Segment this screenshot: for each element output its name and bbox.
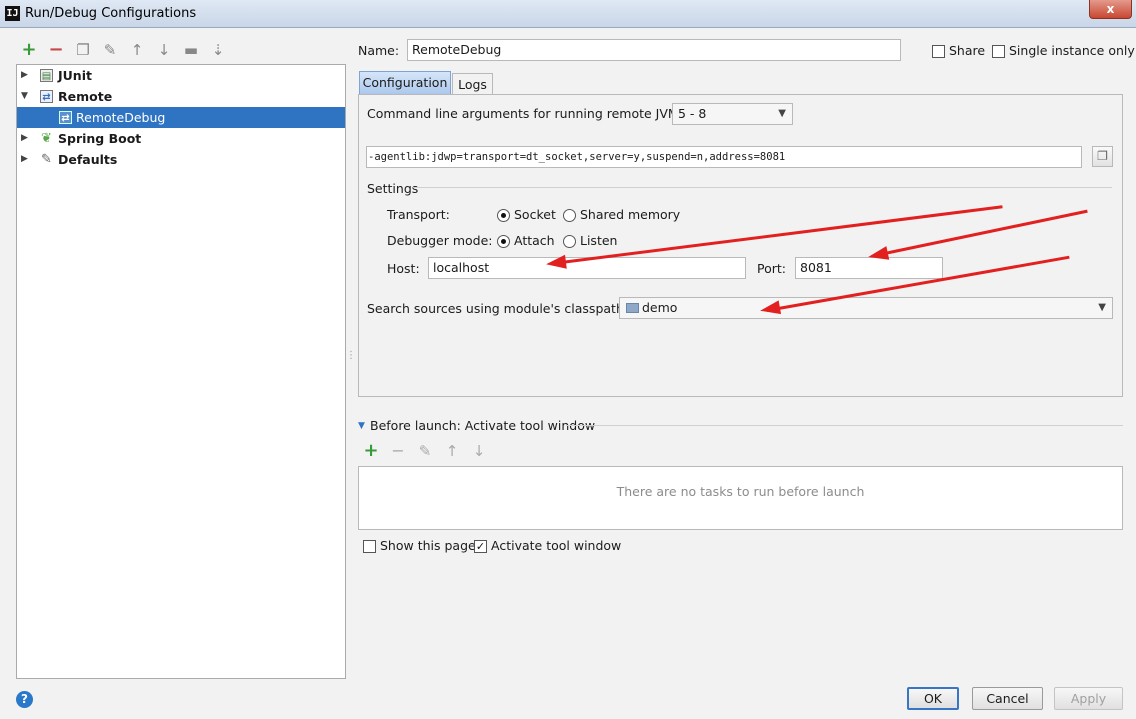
- cancel-button[interactable]: Cancel: [972, 687, 1043, 710]
- apply-button[interactable]: Apply: [1054, 687, 1123, 710]
- tree-item-label: Defaults: [58, 152, 118, 167]
- remove-task-icon[interactable]: −: [388, 441, 408, 461]
- move-down-icon[interactable]: ↓: [154, 40, 174, 60]
- cmdline-args-field[interactable]: -agentlib:jdwp=transport=dt_socket,serve…: [366, 146, 1082, 168]
- copy-icon[interactable]: ❐: [73, 40, 93, 60]
- tab-configuration[interactable]: Configuration: [359, 71, 451, 95]
- tree-item-defaults[interactable]: ▶ ✎ Defaults: [17, 149, 345, 170]
- tree-item-label: RemoteDebug: [76, 110, 166, 125]
- transport-shared-memory-label: Shared memory: [580, 207, 681, 222]
- add-icon[interactable]: +: [19, 40, 39, 60]
- show-page-label: Show this page: [380, 538, 476, 553]
- module-classpath-label: Search sources using module's classpath:: [367, 301, 629, 316]
- tree-item-label: Remote: [58, 89, 113, 104]
- ok-button[interactable]: OK: [907, 687, 959, 710]
- splitter-handle[interactable]: ⋮: [346, 350, 356, 364]
- module-select[interactable]: demo ▼: [619, 297, 1113, 319]
- transport-socket-radio[interactable]: [497, 209, 510, 222]
- tree-item-remote[interactable]: ▼ ⇄ Remote: [17, 86, 345, 107]
- remote-icon: ⇄: [40, 90, 53, 103]
- port-label: Port:: [757, 261, 786, 276]
- module-folder-icon: [626, 303, 639, 313]
- chevron-down-icon: ▼: [1098, 302, 1106, 313]
- show-page-checkbox[interactable]: [363, 540, 376, 553]
- before-launch-title: Before launch: Activate tool window: [370, 418, 596, 433]
- annotation-arrowhead: [545, 254, 567, 272]
- transport-label: Transport:: [387, 207, 450, 222]
- name-label: Name:: [358, 43, 400, 58]
- wrench-icon: ✎: [41, 152, 52, 167]
- edit-task-icon[interactable]: ✎: [415, 441, 435, 461]
- tree-item-label: Spring Boot: [58, 131, 142, 146]
- move-task-up-icon[interactable]: ↑: [442, 441, 462, 461]
- debugger-mode-listen-radio[interactable]: [563, 235, 576, 248]
- name-input[interactable]: RemoteDebug: [407, 39, 901, 61]
- remove-icon[interactable]: −: [46, 40, 66, 60]
- remote-config-icon: ⇄: [59, 111, 72, 124]
- tab-logs[interactable]: Logs: [452, 73, 493, 95]
- single-instance-label: Single instance only: [1009, 43, 1135, 58]
- cmdline-label: Command line arguments for running remot…: [367, 106, 679, 121]
- copy-icon[interactable]: ❐: [1092, 146, 1113, 167]
- chevron-right-icon[interactable]: ▶: [21, 65, 31, 86]
- intellij-logo-icon: IJ: [5, 6, 20, 21]
- single-instance-checkbox[interactable]: [992, 45, 1005, 58]
- debugger-mode-label: Debugger mode:: [387, 233, 493, 248]
- move-up-icon[interactable]: ↑: [127, 40, 147, 60]
- wrench-icon[interactable]: ✎: [100, 40, 120, 60]
- empty-tasks-text: There are no tasks to run before launch: [616, 484, 865, 499]
- jdk-version-select[interactable]: 5 - 8 ▼: [672, 103, 793, 125]
- module-value: demo: [642, 300, 678, 315]
- debugger-mode-listen-label: Listen: [580, 233, 618, 248]
- chevron-right-icon[interactable]: ▶: [21, 149, 31, 170]
- move-task-down-icon[interactable]: ↓: [469, 441, 489, 461]
- before-launch-task-list[interactable]: There are no tasks to run before launch: [358, 466, 1123, 530]
- collapse-triangle-icon[interactable]: ▼: [358, 421, 365, 431]
- transport-shared-memory-radio[interactable]: [563, 209, 576, 222]
- window-titlebar: IJ Run/Debug Configurations x: [0, 0, 1136, 28]
- transport-socket-label: Socket: [514, 207, 556, 222]
- share-checkbox[interactable]: [932, 45, 945, 58]
- tree-item-remotedebug[interactable]: ⇄ RemoteDebug: [17, 107, 345, 128]
- chevron-down-icon: ▼: [778, 108, 786, 119]
- tree-item-junit[interactable]: ▶ ▤ JUnit: [17, 65, 345, 86]
- jdk-version-value: 5 - 8: [678, 106, 707, 121]
- window-close-button[interactable]: x: [1089, 0, 1132, 19]
- debugger-mode-attach-label: Attach: [514, 233, 555, 248]
- share-label: Share: [949, 43, 986, 58]
- tree-item-spring-boot[interactable]: ▶ ❦ Spring Boot: [17, 128, 345, 149]
- sort-icon[interactable]: ⇣: [208, 40, 228, 60]
- settings-separator: [413, 187, 1112, 188]
- help-icon[interactable]: ?: [16, 691, 33, 708]
- debugger-mode-attach-radio[interactable]: [497, 235, 510, 248]
- chevron-right-icon[interactable]: ▶: [21, 128, 31, 149]
- folder-icon[interactable]: ▬: [181, 40, 201, 60]
- host-label: Host:: [387, 261, 420, 276]
- junit-icon: ▤: [40, 69, 53, 82]
- chevron-down-icon[interactable]: ▼: [21, 86, 31, 107]
- configuration-tree[interactable]: ▶ ▤ JUnit ▼ ⇄ Remote ⇄ RemoteDebug ▶ ❦ S…: [16, 64, 346, 679]
- settings-label: Settings: [367, 181, 419, 196]
- activate-tool-window-label: Activate tool window: [491, 538, 622, 553]
- add-task-icon[interactable]: +: [361, 441, 381, 461]
- before-launch-separator: [566, 425, 1123, 426]
- activate-tool-window-checkbox[interactable]: [474, 540, 487, 553]
- tree-item-label: JUnit: [58, 68, 92, 83]
- spring-boot-icon: ❦: [41, 131, 52, 146]
- window-title: Run/Debug Configurations: [25, 6, 197, 21]
